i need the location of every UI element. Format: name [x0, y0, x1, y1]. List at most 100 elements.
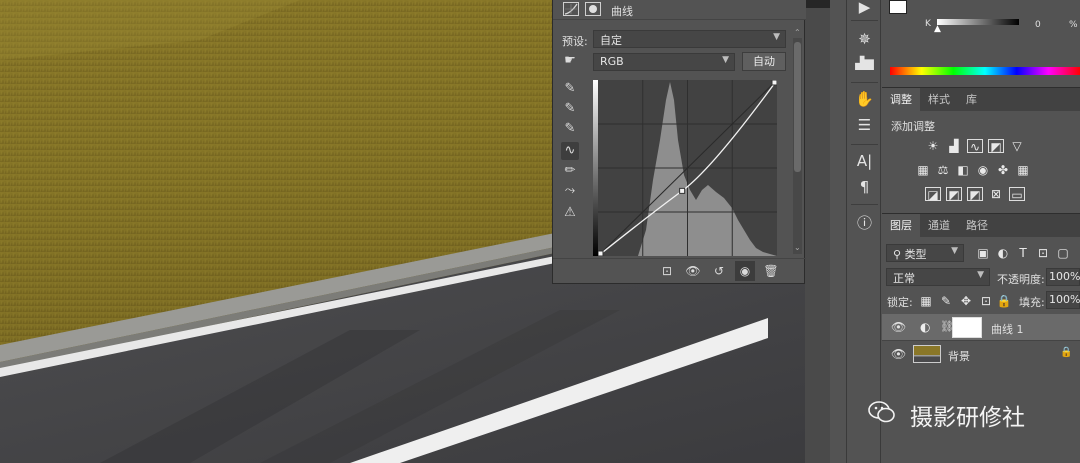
filter-adjustment-icon[interactable]: ◐ [995, 246, 1011, 260]
reset-icon[interactable]: ↺ [709, 261, 729, 281]
channel-value: RGB [600, 55, 624, 68]
pencil-draw-icon[interactable]: ✏ [561, 162, 579, 180]
curve-control-point[interactable] [771, 80, 777, 86]
histogram-icon[interactable]: ▟▆ [847, 56, 882, 70]
channel-mixer-icon[interactable]: ✤ [995, 163, 1011, 177]
curves-adjustment-icon[interactable] [563, 2, 579, 16]
canvas-gutter-top [805, 0, 830, 8]
properties-title: 曲线 [611, 5, 633, 18]
layer-filter-select[interactable]: ⚲ 类型 ▼ [886, 244, 964, 262]
play-icon[interactable]: ▶ [847, 0, 882, 16]
exposure-icon[interactable]: ◩ [988, 139, 1004, 154]
gradient-map-icon[interactable]: ▭ [1009, 187, 1025, 202]
layer-row-background[interactable]: 👁 背景 🔒 [882, 340, 1080, 366]
character-icon[interactable]: A| [847, 152, 882, 170]
blend-mode-select[interactable]: 正常 ▼ [886, 268, 990, 286]
vibrance-icon[interactable]: ▽ [1009, 139, 1025, 153]
layer-mask-icon[interactable] [585, 2, 601, 16]
preset-value: 自定 [600, 34, 622, 47]
filter-type-icon[interactable]: T [1015, 246, 1031, 260]
layer-row-curves[interactable]: 👁 ◐ ⛓ 曲线 1 [882, 314, 1080, 340]
posterize-icon[interactable]: ◩ [946, 187, 962, 202]
hue-saturation-icon[interactable]: ▦ [915, 163, 931, 177]
curve-control-point[interactable] [679, 187, 686, 194]
visibility-eye-icon[interactable]: 👁 [891, 320, 906, 334]
layer-mask-thumbnail[interactable] [952, 317, 982, 338]
adjustments-sliders-icon[interactable]: ☰ [847, 116, 882, 134]
scroll-up-icon[interactable]: ⌃ [794, 28, 801, 37]
lock-all-icon[interactable]: 🔒 [996, 294, 1012, 308]
tab-adjustments[interactable]: 调整 [882, 88, 920, 112]
layers-tabbar: 图层 通道 路径 [882, 213, 1080, 238]
on-image-adjust-icon[interactable]: ☛ [561, 52, 579, 70]
strip-divider [851, 144, 878, 145]
lock-icon: 🔒 [1060, 347, 1073, 358]
invert-icon[interactable]: ◪ [925, 187, 941, 202]
paragraph-icon[interactable]: ¶ [847, 178, 882, 196]
tab-layers[interactable]: 图层 [882, 214, 920, 238]
toggle-visibility-icon[interactable]: ◉ [735, 261, 755, 281]
properties-scrollbar[interactable] [793, 38, 802, 254]
strip-divider [851, 82, 878, 83]
color-balance-icon[interactable]: ⚖ [935, 163, 951, 177]
filter-shape-icon[interactable]: ⊡ [1035, 246, 1051, 260]
k-slider-track[interactable] [937, 19, 1019, 25]
tab-styles[interactable]: 样式 [920, 88, 958, 112]
fill-input[interactable]: 100% [1046, 291, 1080, 309]
scrollbar-thumb[interactable] [794, 42, 801, 172]
wechat-logo-icon [868, 398, 896, 426]
tool-presets-icon[interactable]: ✋ [847, 90, 882, 108]
fill-label: 填充: [1019, 296, 1045, 309]
slider-thumb-icon[interactable]: ▲ [934, 24, 941, 34]
clip-to-layer-icon[interactable]: ⊡ [657, 261, 677, 281]
panel-icon-strip: ▶ ✵ ▟▆ ✋ ☰ A| ¶ ⓘ [846, 0, 881, 463]
black-white-icon[interactable]: ◧ [955, 163, 971, 177]
tab-paths[interactable]: 路径 [958, 214, 996, 238]
lock-position-icon[interactable]: ✥ [958, 294, 974, 308]
opacity-input[interactable]: 100% [1046, 268, 1080, 286]
preset-select[interactable]: 自定 ▼ [593, 30, 786, 48]
lock-transparent-icon[interactable]: ▦ [918, 294, 934, 308]
curves-graph[interactable] [598, 80, 777, 256]
layer-name[interactable]: 曲线 1 [991, 321, 1024, 337]
filter-smart-object-icon[interactable]: ▢ [1055, 246, 1071, 260]
layer-thumbnail[interactable] [913, 345, 941, 363]
brightness-contrast-icon[interactable]: ☀ [925, 139, 941, 153]
view-previous-state-icon[interactable]: 👁 [683, 261, 703, 281]
chevron-down-icon: ▼ [722, 55, 729, 65]
white-point-eyedropper-icon[interactable]: ✎ [561, 120, 579, 138]
black-point-eyedropper-icon[interactable]: ✎ [561, 80, 579, 98]
chevron-down-icon: ▼ [773, 32, 780, 42]
clipping-warning-icon[interactable]: ⚠ [559, 204, 581, 222]
curve-control-point[interactable] [598, 250, 604, 256]
navigator-icon[interactable]: ✵ [847, 30, 882, 48]
watermark-text: 摄影研修社 [910, 405, 1025, 431]
levels-icon[interactable]: ▟ [946, 139, 962, 153]
properties-footer: ⊡ 👁 ↺ ◉ 🗑 [553, 258, 806, 284]
color-spectrum-ramp[interactable] [890, 67, 1080, 75]
curves-icon[interactable]: ∿ [967, 139, 983, 154]
layer-name[interactable]: 背景 [948, 348, 970, 364]
slider-value[interactable]: 0 [1035, 20, 1041, 30]
selective-color-icon[interactable]: ⊠ [988, 187, 1004, 201]
opacity-label: 不透明度: [997, 273, 1045, 286]
foreground-color-swatch[interactable] [889, 0, 907, 14]
filter-pixel-icon[interactable]: ▣ [975, 246, 991, 260]
photo-filter-icon[interactable]: ◉ [975, 163, 991, 177]
delete-adjustment-icon[interactable]: 🗑 [761, 261, 781, 281]
adjustments-tabbar: 调整 样式 库 [882, 87, 1080, 112]
auto-button[interactable]: 自动 [742, 52, 786, 71]
channel-select[interactable]: RGB ▼ [593, 53, 735, 71]
color-lookup-icon[interactable]: ▦ [1015, 163, 1031, 177]
scroll-down-icon[interactable]: ⌄ [794, 243, 801, 252]
lock-artboard-icon[interactable]: ⊡ [978, 294, 994, 308]
tab-libraries[interactable]: 库 [958, 88, 985, 112]
threshold-icon[interactable]: ◩ [967, 187, 983, 202]
visibility-eye-icon[interactable]: 👁 [891, 347, 906, 361]
tab-channels[interactable]: 通道 [920, 214, 958, 238]
edit-points-curve-icon[interactable]: ∿ [561, 142, 579, 160]
lock-image-icon[interactable]: ✎ [938, 294, 954, 308]
smooth-curve-icon[interactable]: ⤳ [561, 182, 579, 200]
info-icon[interactable]: ⓘ [847, 212, 882, 233]
gray-point-eyedropper-icon[interactable]: ✎ [561, 100, 579, 118]
